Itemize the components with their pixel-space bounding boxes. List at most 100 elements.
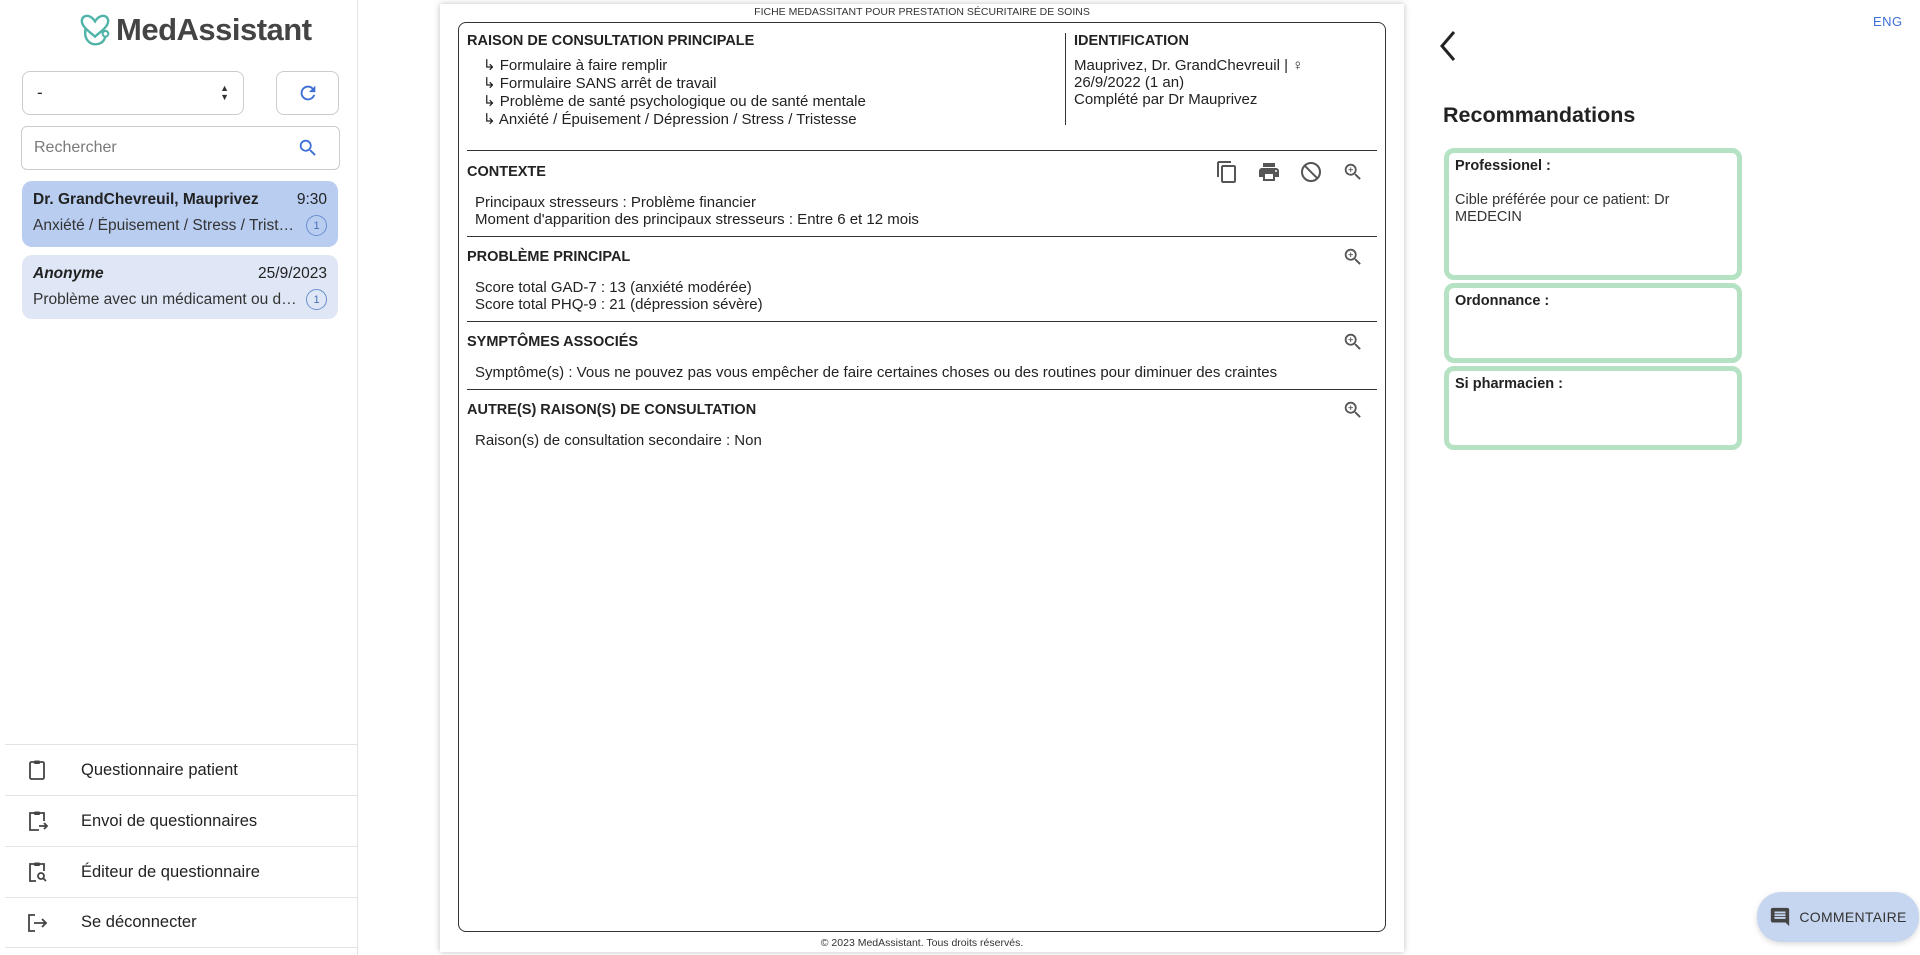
nav-envoi-questionnaires[interactable]: Envoi de questionnaires (5, 795, 358, 846)
probleme-section: PROBLÈME PRINCIPAL Score total GAD-7 : 1… (467, 237, 1377, 322)
recommandations-title: Recommandations (1443, 103, 1636, 127)
comment-label: COMMENTAIRE (1799, 909, 1907, 925)
raison-item: ↳ Formulaire à faire remplir (483, 57, 668, 74)
conversation-item[interactable]: Anonyme 25/9/2023 Problème avec un médic… (22, 255, 338, 319)
raison-item: ↳ Formulaire SANS arrêt de travail (483, 75, 717, 92)
identification-name: Mauprivez, Dr. GrandChevreuil | ♀ (1074, 57, 1304, 74)
contexte-body: Principaux stresseurs : Problème financi… (475, 194, 919, 228)
print-button[interactable] (1257, 160, 1281, 184)
probleme-title: PROBLÈME PRINCIPAL (467, 249, 631, 265)
zoom-button[interactable] (1341, 245, 1365, 269)
conversation-snippet: Anxiété / Épuisement / Stress / Tristess… (33, 216, 298, 234)
raison-section: RAISON DE CONSULTATION PRINCIPALE ↳ Form… (467, 33, 1067, 129)
logo-text: MedAssistant (116, 12, 312, 47)
search-input[interactable] (34, 139, 274, 157)
clipboard-icon (23, 756, 51, 784)
zoom-button[interactable] (1341, 398, 1365, 422)
identification-completed-by: Complété par Dr Mauprivez (1074, 91, 1258, 108)
zoom-button[interactable] (1341, 160, 1365, 184)
sheet-header: FICHE MEDASSITANT POUR PRESTATION SÉCURI… (754, 6, 1090, 18)
conversation-snippet: Problème avec un médicament ou des effet… (33, 290, 298, 308)
zoom-button[interactable] (1341, 330, 1365, 354)
autres-title: AUTRE(S) RAISON(S) DE CONSULTATION (467, 402, 757, 418)
nav-se-deconnecter[interactable]: Se déconnecter (5, 897, 358, 948)
block-button[interactable] (1299, 160, 1323, 184)
zoom-in-icon (1344, 248, 1361, 265)
conversation-time: 9:30 (296, 191, 327, 208)
count-badge: 1 (306, 289, 327, 310)
nav-label: Éditeur de questionnaire (81, 862, 260, 881)
identification-date: 26/9/2022 (1 an) (1074, 74, 1185, 91)
nav-label: Se déconnecter (81, 913, 197, 931)
copy-button[interactable] (1215, 160, 1239, 184)
autres-raisons-section: AUTRE(S) RAISON(S) DE CONSULTATION Raiso… (467, 390, 1377, 458)
symptomes-line: Symptôme(s) : Vous ne pouvez pas vous em… (475, 364, 1278, 381)
search-field[interactable] (21, 126, 340, 170)
conversation-name: Anonyme (33, 265, 104, 282)
autres-line: Raison(s) de consultation secondaire : N… (475, 432, 762, 449)
pharmacien-label: Si pharmacien : (1455, 376, 1563, 392)
probleme-body: Score total GAD-7 : 13 (anxiété modérée)… (475, 279, 763, 313)
toolbar (1341, 398, 1365, 422)
raison-title: RAISON DE CONSULTATION PRINCIPALE (467, 33, 755, 49)
back-button[interactable] (1436, 28, 1460, 69)
nav-label: Envoi de questionnaires (81, 811, 258, 830)
nav-label: Questionnaire patient (81, 760, 238, 779)
language-toggle[interactable]: ENG (1873, 14, 1903, 29)
professionnel-text: Cible préférée pour ce patient: Dr MEDEC… (1455, 192, 1670, 225)
sheet-footer: © 2023 MedAssistant. Tous droits réservé… (820, 937, 1024, 949)
comment-icon (1771, 907, 1790, 927)
contexte-line: Principaux stresseurs : Problème financi… (475, 194, 756, 211)
count-badge: 1 (306, 215, 327, 236)
raison-item: ↳ Problème de santé psychologique ou de … (483, 93, 866, 110)
probleme-line: Score total PHQ-9 : 21 (dépression sévèr… (475, 296, 763, 313)
logout-icon (23, 909, 51, 937)
toolbar (1341, 330, 1365, 354)
refresh-button[interactable] (276, 71, 339, 115)
patient-sheet: FICHE MEDASSITANT POUR PRESTATION SÉCURI… (440, 4, 1404, 952)
zoom-in-icon (1344, 401, 1361, 418)
professionnel-box: Professionel : Cible préférée pour ce pa… (1444, 148, 1742, 280)
toolbar (1215, 160, 1365, 184)
nav-editeur-questionnaire[interactable]: Éditeur de questionnaire (5, 846, 358, 897)
doctor-select[interactable]: - ▲ ▼ (22, 71, 244, 115)
probleme-line: Score total GAD-7 : 13 (anxiété modérée) (475, 279, 752, 296)
symptomes-title: SYMPTÔMES ASSOCIÉS (467, 334, 639, 350)
ordonnance-label: Ordonnance : (1455, 293, 1550, 309)
chevron-left-icon (1440, 31, 1456, 61)
top-section: RAISON DE CONSULTATION PRINCIPALE ↳ Form… (467, 33, 1377, 151)
raison-item: ↳ Anxiété / Épuisement / Dépression / St… (483, 111, 857, 128)
clipboard-send-icon (23, 807, 51, 835)
sort-arrows-icon: ▲ ▼ (220, 83, 229, 102)
pharmacien-box[interactable]: Si pharmacien : (1444, 366, 1742, 450)
refresh-icon (300, 85, 315, 101)
logo[interactable]: MedAssistant (76, 8, 312, 52)
identification-title: IDENTIFICATION (1074, 33, 1189, 49)
bottom-nav: Questionnaire patient Envoi de questionn… (5, 744, 358, 948)
autres-body: Raison(s) de consultation secondaire : N… (475, 432, 762, 449)
toolbar (1341, 245, 1365, 269)
conversation-name: Dr. GrandChevreuil, Mauprivez (33, 191, 259, 208)
select-value: - (37, 83, 43, 102)
contexte-title: CONTEXTE (467, 164, 546, 180)
professionnel-label: Professionel : (1455, 158, 1551, 174)
sheet-frame: RAISON DE CONSULTATION PRINCIPALE ↳ Form… (458, 22, 1386, 932)
clipboard-search-icon (23, 858, 51, 886)
comment-button[interactable]: COMMENTAIRE (1757, 892, 1919, 942)
contexte-section: CONTEXTE Principaux stresseurs : Problèm… (467, 152, 1377, 237)
nav-questionnaire-patient[interactable]: Questionnaire patient (5, 744, 358, 795)
search-icon[interactable] (297, 137, 319, 159)
stethoscope-heart-logo-icon (80, 14, 110, 46)
raison-items: ↳ Formulaire à faire remplir ↳ Formulair… (467, 57, 1067, 129)
conversation-item[interactable]: Dr. GrandChevreuil, Mauprivez 9:30 Anxié… (22, 181, 338, 247)
identification-section: IDENTIFICATION Mauprivez, Dr. GrandChevr… (1065, 33, 1365, 125)
zoom-in-icon (1344, 163, 1361, 180)
ordonnance-box[interactable]: Ordonnance : (1444, 283, 1742, 363)
zoom-in-icon (1344, 333, 1361, 350)
symptomes-section: SYMPTÔMES ASSOCIÉS Symptôme(s) : Vous ne… (467, 322, 1377, 390)
symptomes-body: Symptôme(s) : Vous ne pouvez pas vous em… (475, 364, 1277, 381)
contexte-line: Moment d'apparition des principaux stres… (475, 211, 919, 228)
sidebar: MedAssistant - ▲▼ Dr. GrandChevreuil, Ma… (0, 0, 358, 955)
conversation-time: 25/9/2023 (258, 265, 327, 282)
block-icon (1301, 162, 1321, 182)
